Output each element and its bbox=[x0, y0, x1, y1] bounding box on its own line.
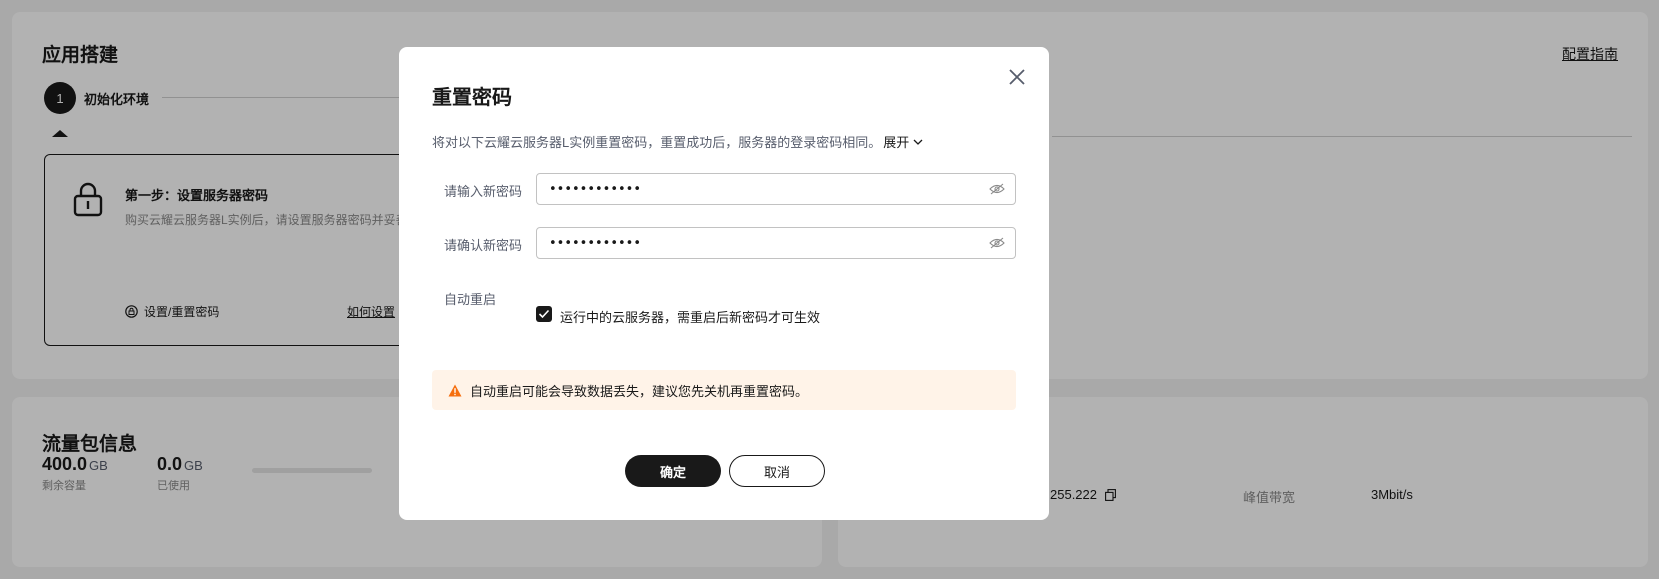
auto-restart-label: 自动重启 bbox=[444, 292, 497, 307]
eye-hidden-icon[interactable] bbox=[989, 183, 1005, 195]
confirm-button[interactable]: 确定 bbox=[625, 455, 721, 487]
expand-label: 展开 bbox=[883, 135, 910, 150]
close-icon[interactable] bbox=[1007, 67, 1027, 87]
auto-restart-text: 运行中的云服务器，需重启后新密码才可生效 bbox=[560, 310, 821, 325]
warning-text: 自动重启可能会导致数据丢失，建议您先关机再重置密码。 bbox=[470, 383, 809, 399]
confirm-password-label: 请确认新密码 bbox=[444, 238, 523, 253]
data-loss-warning: 自动重启可能会导致数据丢失，建议您先关机再重置密码。 bbox=[432, 370, 1016, 410]
checkmark-icon bbox=[538, 309, 550, 319]
dialog-description-text: 将对以下云耀云服务器L实例重置密码，重置成功后，服务器的登录密码相同。 bbox=[432, 135, 882, 150]
reset-password-dialog: 重置密码 将对以下云耀云服务器L实例重置密码，重置成功后，服务器的登录密码相同。… bbox=[399, 47, 1049, 520]
new-password-input[interactable] bbox=[536, 173, 1016, 205]
chevron-down-icon bbox=[913, 139, 923, 145]
dialog-description: 将对以下云耀云服务器L实例重置密码，重置成功后，服务器的登录密码相同。 展开 bbox=[432, 132, 923, 151]
confirm-password-input[interactable] bbox=[536, 227, 1016, 259]
new-password-label: 请输入新密码 bbox=[444, 184, 523, 199]
dialog-title: 重置密码 bbox=[432, 87, 512, 109]
eye-hidden-icon[interactable] bbox=[989, 237, 1005, 249]
warning-icon bbox=[448, 384, 462, 396]
auto-restart-checkbox[interactable] bbox=[536, 306, 552, 322]
expand-toggle[interactable]: 展开 bbox=[883, 132, 923, 151]
cancel-button[interactable]: 取消 bbox=[729, 455, 825, 487]
